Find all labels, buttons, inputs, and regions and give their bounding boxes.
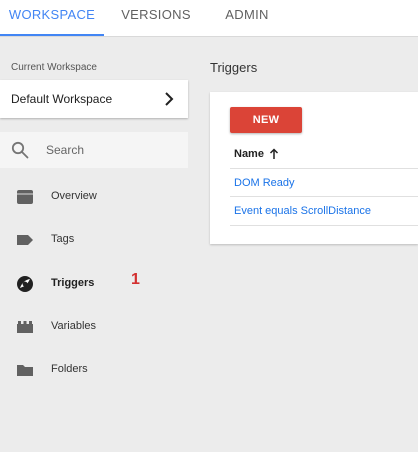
sidebar-item-folders-label: Folders [51, 363, 88, 375]
search-input[interactable] [46, 141, 176, 159]
variables-icon [17, 321, 33, 333]
table-row: Event equals ScrollDistance [230, 196, 418, 226]
workspace-name: Default Workspace [11, 92, 113, 106]
tab-workspace-label: WORKSPACE [8, 7, 96, 22]
tab-admin[interactable]: ADMIN [214, 0, 280, 36]
chevron-right-icon [165, 92, 174, 106]
sidebar-item-folders[interactable]: Folders [0, 352, 196, 388]
tab-versions[interactable]: VERSIONS [112, 0, 200, 36]
folder-icon [17, 365, 33, 376]
trigger-icon [17, 276, 33, 292]
workspace-selector[interactable]: Default Workspace [0, 80, 188, 118]
page-title: Triggers [210, 60, 258, 75]
tab-admin-label: ADMIN [225, 7, 269, 22]
active-tab-indicator [0, 34, 104, 36]
sidebar-item-tags[interactable]: Tags [0, 222, 196, 258]
new-trigger-button[interactable]: NEW [230, 107, 302, 133]
current-workspace-caption: Current Workspace [11, 62, 97, 73]
trigger-link-dom-ready[interactable]: DOM Ready [234, 177, 295, 189]
sidebar-item-tags-label: Tags [51, 233, 75, 245]
overview-icon [17, 190, 33, 204]
search-box [0, 132, 188, 168]
trigger-link-scroll-distance[interactable]: Event equals ScrollDistance [234, 205, 371, 217]
sidebar-item-overview-label: Overview [51, 190, 97, 202]
table-row: DOM Ready [230, 168, 418, 197]
sidebar-item-variables-label: Variables [51, 320, 97, 332]
sidebar-item-variables[interactable]: Variables [0, 309, 196, 345]
sidebar-item-overview[interactable]: Overview [0, 179, 196, 215]
tab-versions-label: VERSIONS [121, 7, 191, 22]
sidebar-item-triggers-label: Triggers [51, 277, 95, 289]
sidebar: Current Workspace Default Workspace Over… [0, 37, 196, 452]
arrow-up-icon [269, 148, 279, 159]
sidebar-item-triggers[interactable]: Triggers [0, 266, 196, 302]
tab-workspace[interactable]: WORKSPACE [0, 0, 104, 36]
search-icon [11, 141, 29, 159]
name-column-header-label: Name [234, 148, 264, 160]
top-tab-bar: WORKSPACE VERSIONS ADMIN [0, 0, 418, 37]
tag-icon [17, 235, 33, 245]
triggers-card: NEW Name DOM Ready Event equals ScrollDi… [210, 92, 418, 244]
annotation-marker-1: 1 [131, 271, 140, 288]
